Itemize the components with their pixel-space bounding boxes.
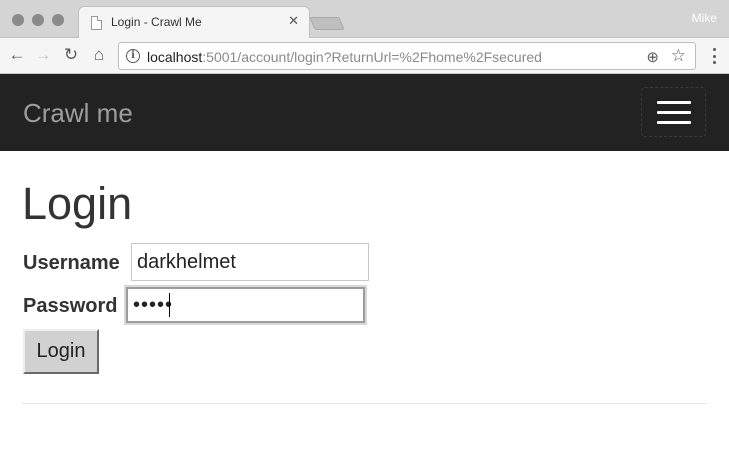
home-icon[interactable]: ⌂ <box>88 44 110 66</box>
minimize-window-button[interactable] <box>32 14 44 26</box>
address-bar[interactable]: i localhost:5001/account/login?ReturnUrl… <box>118 42 696 70</box>
back-arrow-icon[interactable]: ← <box>6 44 28 66</box>
url-host: localhost <box>147 49 203 65</box>
menu-dot <box>712 48 716 51</box>
close-window-button[interactable] <box>12 14 24 26</box>
hamburger-bar <box>656 120 691 124</box>
forward-arrow-icon[interactable]: → <box>32 44 54 66</box>
text-caret <box>169 293 170 317</box>
reload-icon[interactable]: ↻ <box>60 44 82 66</box>
maximize-window-button[interactable] <box>52 14 64 26</box>
navbar-toggle-button[interactable] <box>641 87 706 137</box>
site-brand-link[interactable]: Crawl me <box>23 98 133 129</box>
browser-toolbar: ← → ↻ ⌂ i localhost:5001/account/login?R… <box>0 38 729 74</box>
tab-title: Login - Crawl Me <box>111 15 202 29</box>
login-submit-button[interactable]: Login <box>23 329 99 374</box>
browser-menu-icon[interactable] <box>706 46 722 66</box>
username-label: Username <box>23 252 120 274</box>
hamburger-bar <box>656 100 691 104</box>
page-favicon-icon <box>91 16 102 30</box>
site-info-icon[interactable]: i <box>126 49 140 63</box>
profile-name[interactable]: Mike <box>692 11 717 25</box>
menu-dot <box>712 61 716 64</box>
url-path: :5001/account/login?ReturnUrl=%2Fhome%2F… <box>202 49 542 65</box>
content-divider <box>22 403 707 404</box>
menu-dot <box>712 54 716 58</box>
username-input[interactable] <box>131 243 369 281</box>
password-input[interactable]: ••••• <box>126 287 365 323</box>
url-text[interactable]: localhost:5001/account/login?ReturnUrl=%… <box>147 49 542 65</box>
new-tab-button[interactable] <box>309 17 345 30</box>
password-label: Password <box>23 295 118 317</box>
site-navbar: Crawl me <box>0 74 729 151</box>
browser-tab[interactable]: Login - Crawl Me ✕ <box>78 6 310 38</box>
browser-title-bar: Login - Crawl Me ✕ Mike <box>0 0 729 38</box>
hamburger-bar <box>656 110 691 114</box>
page-title: Login <box>22 178 133 229</box>
bookmark-star-icon[interactable]: ☆ <box>671 46 686 66</box>
zoom-icon[interactable]: ⊕ <box>646 48 659 66</box>
tab-close-icon[interactable]: ✕ <box>288 13 299 29</box>
